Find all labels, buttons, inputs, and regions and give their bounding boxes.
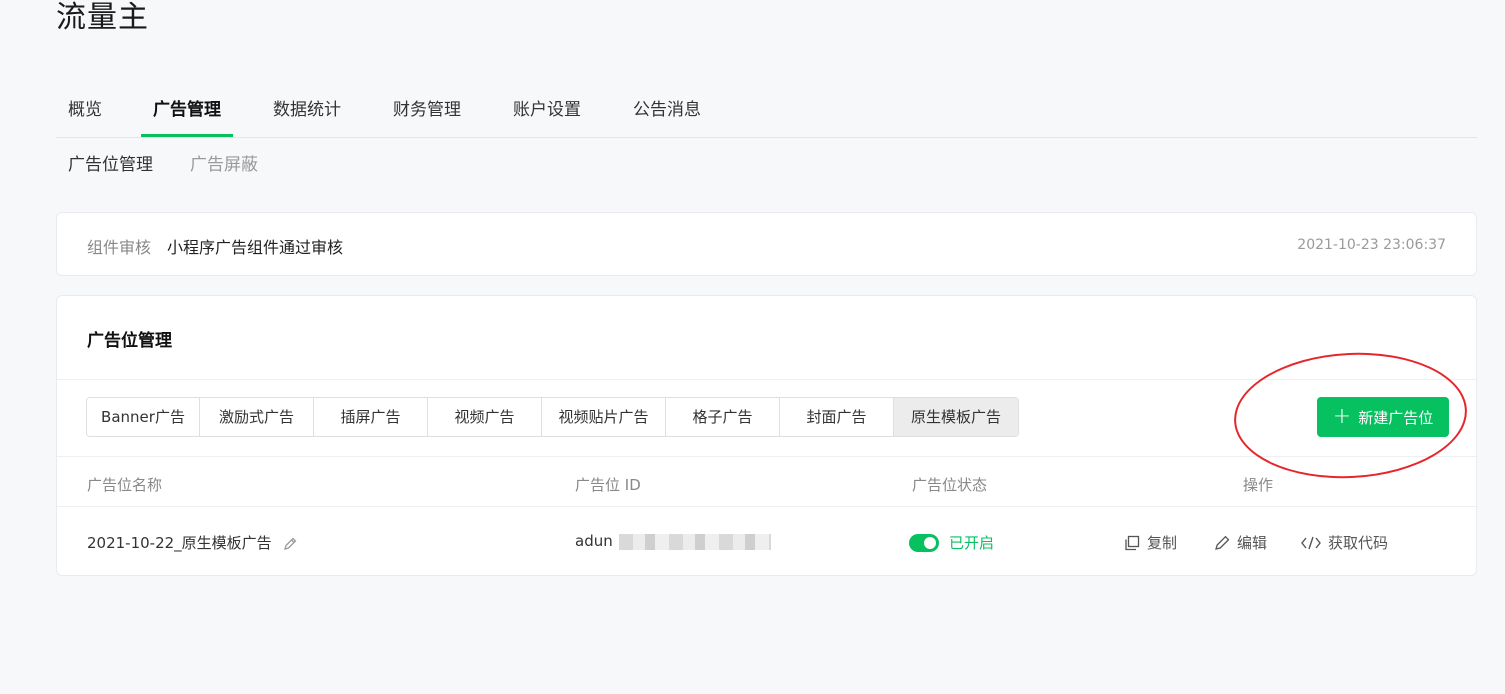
code-icon: [1301, 536, 1321, 549]
column-header-name: 广告位名称: [87, 476, 163, 494]
review-notice-card: 组件审核 小程序广告组件通过审核 2021-10-23 23:06:37: [56, 212, 1477, 276]
subtab-ad-slots[interactable]: 广告位管理: [68, 150, 153, 175]
pencil-icon[interactable]: [282, 536, 298, 552]
ad-type-rewarded[interactable]: 激励式广告: [200, 398, 314, 436]
tab-ad-management[interactable]: 广告管理: [141, 88, 233, 137]
divider: [57, 379, 1476, 380]
ad-type-interstitial[interactable]: 插屏广告: [314, 398, 428, 436]
column-header-status: 广告位状态: [912, 476, 988, 494]
column-header-actions: 操作: [1243, 476, 1274, 494]
table-row-name-cell: 2021-10-22_原生模板广告: [87, 532, 298, 553]
status-toggle[interactable]: [909, 533, 939, 552]
ad-type-video[interactable]: 视频广告: [428, 398, 542, 436]
copy-action[interactable]: 复制: [1123, 532, 1177, 553]
ad-slot-name: 2021-10-22_原生模板广告: [87, 534, 272, 552]
get-code-action[interactable]: 获取代码: [1300, 532, 1388, 553]
edit-label: 编辑: [1237, 534, 1268, 552]
tab-announcements[interactable]: 公告消息: [633, 88, 701, 137]
status-text: 已开启: [949, 534, 995, 552]
ad-slot-id: adun: [575, 532, 613, 550]
tab-finance[interactable]: 财务管理: [393, 88, 461, 137]
ad-type-banner[interactable]: Banner广告: [87, 398, 200, 436]
main-tabs: 概览 广告管理 数据统计 财务管理 账户设置 公告消息: [56, 88, 1477, 138]
tab-data-statistics[interactable]: 数据统计: [273, 88, 341, 137]
table-row-id-cell: adun: [575, 532, 771, 550]
edit-icon: [1215, 535, 1230, 550]
ad-type-native-template[interactable]: 原生模板广告: [894, 398, 1018, 436]
column-header-id: 广告位 ID: [575, 476, 641, 494]
tab-overview[interactable]: 概览: [68, 88, 102, 137]
ad-type-cover[interactable]: 封面广告: [780, 398, 894, 436]
redacted-id-block: [618, 533, 771, 550]
edit-action[interactable]: 编辑: [1213, 532, 1267, 553]
divider: [57, 456, 1476, 457]
new-ad-slot-label: 新建广告位: [1358, 408, 1434, 427]
notice-label: 组件审核: [87, 238, 152, 257]
table-row-status-cell: 已开启: [909, 532, 994, 553]
copy-icon: [1125, 535, 1140, 550]
section-title: 广告位管理: [87, 331, 172, 351]
ad-slot-management-card: 广告位管理 Banner广告 激励式广告 插屏广告 视频广告 视频贴片广告 格子…: [56, 295, 1477, 576]
page-title: 流量主: [56, 0, 149, 35]
new-ad-slot-button[interactable]: + 新建广告位: [1317, 397, 1449, 437]
get-code-label: 获取代码: [1328, 534, 1389, 552]
plus-icon: +: [1332, 404, 1352, 429]
ad-type-grid[interactable]: 格子广告: [666, 398, 780, 436]
ad-type-segmented-control: Banner广告 激励式广告 插屏广告 视频广告 视频贴片广告 格子广告 封面广…: [86, 397, 1019, 437]
copy-label: 复制: [1147, 534, 1178, 552]
divider: [57, 506, 1476, 507]
notice-text: 小程序广告组件通过审核: [167, 238, 344, 257]
ad-type-video-patch[interactable]: 视频贴片广告: [542, 398, 666, 436]
subtab-ad-blocking[interactable]: 广告屏蔽: [190, 150, 258, 175]
tab-account-settings[interactable]: 账户设置: [513, 88, 581, 137]
notice-timestamp: 2021-10-23 23:06:37: [1297, 237, 1446, 253]
